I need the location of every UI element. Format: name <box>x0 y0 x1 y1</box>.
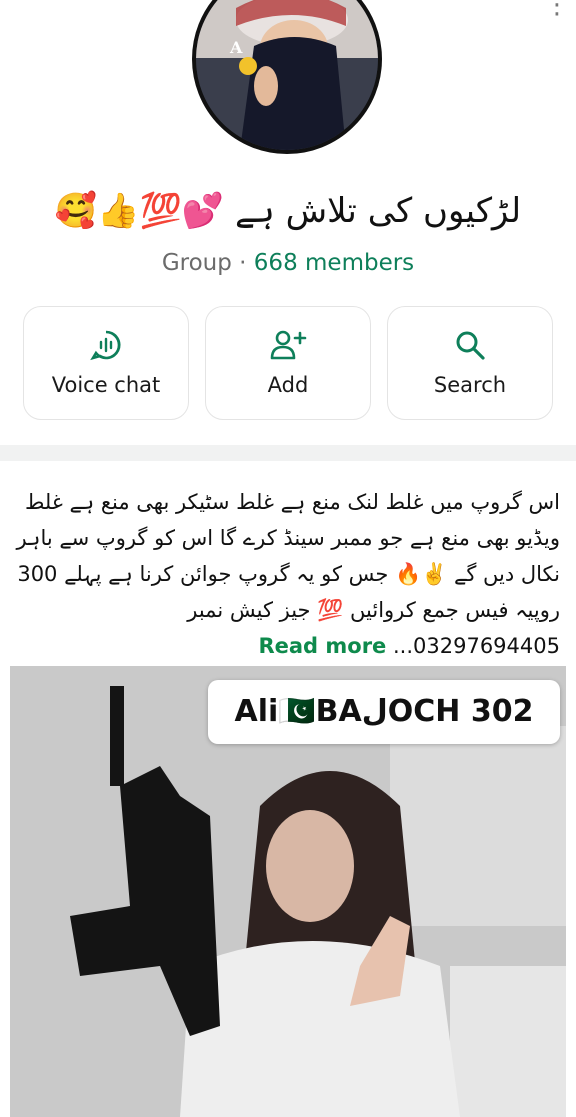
action-buttons: Voice chat Add Search <box>23 306 553 420</box>
group-meta: Group · 668 members <box>0 250 576 276</box>
group-description: اس گروپ میں غلط لنک منع ہے غلط سٹیکر بھی… <box>16 484 560 664</box>
group-name: لڑکیوں کی تلاش ہے 💕💯👍🥰 <box>54 191 522 231</box>
voice-chat-icon <box>24 329 188 363</box>
meta-separator: · <box>239 250 247 276</box>
search-button[interactable]: Search <box>387 306 553 420</box>
add-button[interactable]: Add <box>205 306 371 420</box>
avatar-badge-letter: A <box>230 38 243 57</box>
image-caption: Ali🇵🇰BAلOCH 302 <box>208 680 560 744</box>
avatar-image <box>196 0 378 150</box>
search-label: Search <box>433 373 507 397</box>
voice-chat-button[interactable]: Voice chat <box>23 306 189 420</box>
more-options-icon[interactable]: ⋮ <box>544 0 570 18</box>
section-divider <box>0 445 576 461</box>
post-image[interactable]: Ali🇵🇰BAلOCH 302 <box>10 666 566 1117</box>
group-header: ⋮ A لڑکیوں کی تلاش ہے 💕💯👍🥰 Group · 668 m… <box>0 0 576 445</box>
group-avatar[interactable]: A <box>192 0 382 154</box>
read-more-link[interactable]: Read more <box>258 634 386 658</box>
add-label: Add <box>267 373 309 397</box>
member-count[interactable]: 668 members <box>254 250 414 276</box>
voice-chat-label: Voice chat <box>51 373 161 397</box>
search-icon <box>388 329 552 363</box>
group-type: Group <box>161 250 232 276</box>
add-person-icon <box>206 329 370 363</box>
description-text: اس گروپ میں غلط لنک منع ہے غلط سٹیکر بھی… <box>16 490 560 658</box>
